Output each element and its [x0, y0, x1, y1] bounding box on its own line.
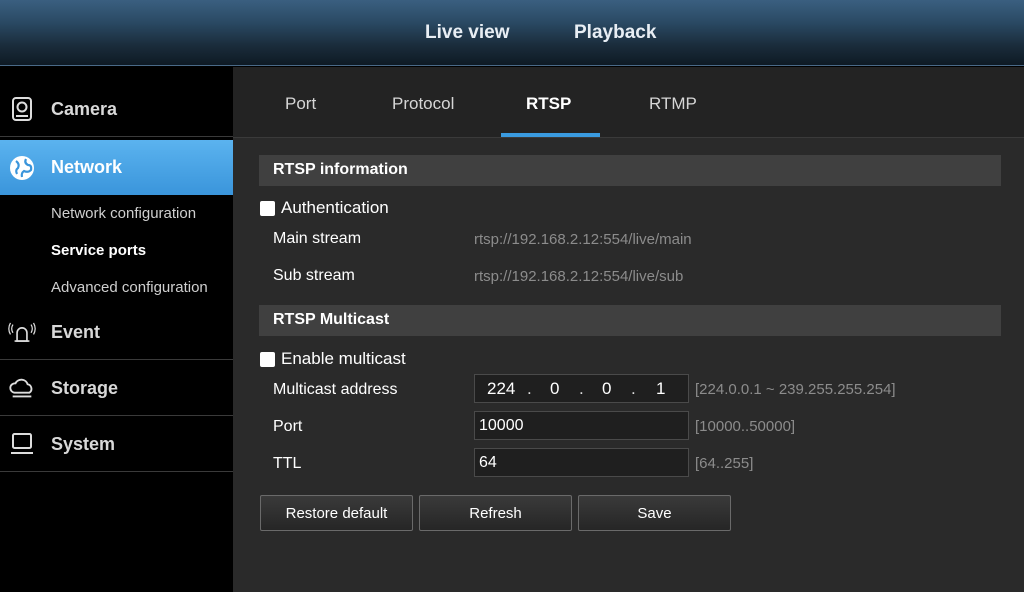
ip-dot: .	[631, 379, 636, 398]
ttl-label: TTL	[273, 455, 302, 472]
enable-multicast-checkbox[interactable]: Enable multicast	[260, 349, 406, 369]
port-input[interactable]: 10000	[474, 411, 689, 440]
ip-octet-4[interactable]: 1	[656, 379, 665, 399]
tab-protocol[interactable]: Protocol	[392, 94, 454, 114]
sub-stream-label: Sub stream	[273, 267, 355, 284]
refresh-button[interactable]: Refresh	[419, 495, 572, 531]
ttl-hint: [64..255]	[695, 455, 754, 472]
port-hint: [10000..50000]	[695, 418, 796, 435]
globe-network-icon	[8, 154, 36, 182]
sub-stream-url: rtsp://192.168.2.12:554/live/sub	[474, 268, 684, 285]
port-label: Port	[273, 418, 303, 435]
enable-multicast-label: Enable multicast	[281, 349, 406, 368]
ip-octet-2[interactable]: 0	[550, 379, 559, 399]
sidebar-item-label: Event	[51, 321, 101, 342]
sidebar-item-storage[interactable]: Storage	[0, 361, 233, 416]
checkbox-box[interactable]	[260, 351, 275, 367]
settings-panel: Port Protocol RTSP RTMP RTSP information…	[233, 67, 1024, 592]
ip-dot: .	[579, 379, 584, 398]
rtsp-multicast-header: RTSP Multicast	[259, 305, 1001, 336]
multicast-address-input[interactable]: 224 . 0 . 0 . 1	[474, 374, 689, 403]
nav-live-view[interactable]: Live view	[425, 22, 510, 44]
sidebar-item-event[interactable]: Event	[0, 305, 233, 360]
restore-default-button[interactable]: Restore default	[260, 495, 413, 531]
ip-dot: .	[527, 379, 532, 398]
tab-bar: Port Protocol RTSP RTMP	[233, 67, 1024, 138]
sidebar-subitem-service-ports[interactable]: Service ports	[51, 242, 146, 259]
multicast-address-hint: [224.0.0.1 ~ 239.255.255.254]	[695, 381, 896, 398]
tab-rtmp[interactable]: RTMP	[649, 94, 697, 114]
main-stream-label: Main stream	[273, 230, 362, 247]
sidebar-subitem-network-configuration[interactable]: Network configuration	[51, 205, 196, 222]
ip-octet-1[interactable]: 224	[487, 379, 515, 399]
sidebar: Camera Network Network configuration Ser…	[0, 67, 245, 592]
computer-system-icon	[8, 430, 36, 458]
multicast-address-label: Multicast address	[273, 381, 398, 398]
sidebar-item-system[interactable]: System	[0, 417, 233, 472]
cloud-storage-icon	[8, 374, 36, 402]
tab-rtsp[interactable]: RTSP	[526, 94, 571, 114]
sidebar-item-label: Network	[51, 157, 123, 177]
save-button[interactable]: Save	[578, 495, 731, 531]
checkbox-box[interactable]	[260, 200, 275, 216]
authentication-label: Authentication	[281, 198, 389, 217]
nav-playback[interactable]: Playback	[574, 22, 656, 44]
top-nav-bar: Live view Playback	[0, 0, 1024, 66]
rtsp-information-header: RTSP information	[259, 155, 1001, 186]
authentication-checkbox[interactable]: Authentication	[260, 198, 389, 218]
sidebar-item-label: Camera	[51, 98, 118, 119]
sidebar-item-label: Storage	[51, 377, 119, 398]
sidebar-subitem-advanced-configuration[interactable]: Advanced configuration	[51, 279, 208, 296]
sidebar-item-network[interactable]: Network	[0, 140, 245, 195]
ttl-input[interactable]: 64	[474, 448, 689, 477]
main-stream-url: rtsp://192.168.2.12:554/live/main	[474, 231, 692, 248]
alarm-bell-icon	[8, 318, 36, 346]
sidebar-item-label: System	[51, 433, 116, 454]
sidebar-item-camera[interactable]: Camera	[0, 82, 233, 137]
camera-icon	[8, 95, 36, 123]
ip-octet-3[interactable]: 0	[602, 379, 611, 399]
active-tab-indicator	[501, 133, 600, 137]
tab-port[interactable]: Port	[285, 94, 316, 114]
